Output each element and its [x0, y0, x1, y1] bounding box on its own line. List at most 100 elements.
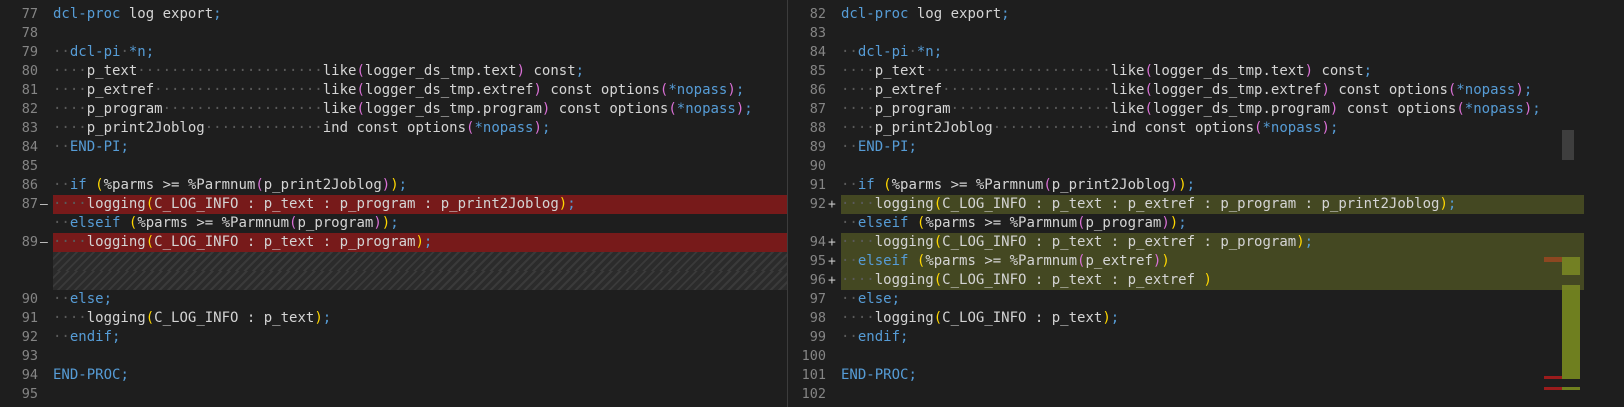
- code-line[interactable]: 102: [788, 385, 1584, 404]
- code-line[interactable]: ··elseif (%parms >= %Parmnum(p_program))…: [788, 214, 1584, 233]
- code-line[interactable]: 93: [0, 347, 787, 366]
- code-line[interactable]: 92 ··endif;: [0, 328, 787, 347]
- code-text: ··END-PI;: [841, 138, 1584, 157]
- line-number: 87: [21, 196, 38, 212]
- code-token: %parms >= %Parmnum: [925, 215, 1078, 231]
- code-text: ··elseif (%parms >= %Parmnum(p_program))…: [53, 214, 787, 233]
- code-line[interactable]: 82 ····p_program···················like(l…: [0, 100, 787, 119]
- code-token: C_LOG_INFO : p_text : p_extref : p_progr…: [942, 234, 1297, 250]
- code-line[interactable]: 83 ····p_print2Joblog··············ind co…: [0, 119, 787, 138]
- deleted-line[interactable]: 87— ····logging(C_LOG_INFO : p_text : p_p…: [0, 195, 787, 214]
- code-token: ;: [891, 291, 901, 307]
- code-token: C_LOG_INFO : p_text : p_program: [154, 234, 416, 250]
- code-token: ): [1523, 101, 1533, 117]
- code-line[interactable]: 86 ··if (%parms >= %Parmnum(p_print2Joblo…: [0, 176, 787, 195]
- code-line[interactable]: 94 END-PROC;: [0, 366, 787, 385]
- whitespace-marker: ····: [841, 82, 875, 98]
- code-text: ··if (%parms >= %Parmnum(p_print2Joblog)…: [53, 176, 787, 195]
- code-token: ;: [1178, 215, 1187, 231]
- code-line[interactable]: 89 ··END-PI;: [788, 138, 1584, 157]
- code-token: (: [933, 310, 943, 326]
- modified-editor-pane[interactable]: 82 dcl-proc log export; 83 84 ··dcl-pi·*n; 85…: [788, 0, 1584, 407]
- original-editor-pane[interactable]: 77 dcl-proc log export; 78 79 ··dcl-pi·*n; 80…: [0, 0, 788, 407]
- code-text: dcl-proc log export;: [841, 5, 1584, 24]
- line-number: 94: [21, 367, 38, 383]
- code-line[interactable]: 90 ··else;: [0, 290, 787, 309]
- code-token: (: [1144, 63, 1153, 79]
- code-line[interactable]: ··elseif (%parms >= %Parmnum(p_program))…: [0, 214, 787, 233]
- added-marker-icon: +: [828, 273, 836, 288]
- code-token: END-PROC: [53, 367, 121, 383]
- inserted-line[interactable]: 96 + ····logging(C_LOG_INFO : p_text : p_e…: [788, 271, 1584, 290]
- code-text: ··endif;: [841, 328, 1584, 347]
- code-line[interactable]: 79 ··dcl-pi·*n;: [0, 43, 787, 62]
- code-text: ····logging(C_LOG_INFO : p_text);: [53, 309, 787, 328]
- inserted-line[interactable]: 95 + ··elseif (%parms >= %Parmnum(p_extref…: [788, 252, 1584, 271]
- line-number: 95: [21, 386, 38, 402]
- removed-marker-icon: —: [40, 197, 48, 212]
- code-token: ;: [145, 44, 155, 60]
- code-line[interactable]: 100: [788, 347, 1584, 366]
- code-token: logging: [86, 196, 146, 212]
- deleted-line[interactable]: 89— ····logging(C_LOG_INFO : p_text : p_p…: [0, 233, 787, 252]
- code-line[interactable]: 85 ····p_text······················like(l…: [788, 62, 1584, 81]
- code-token: logging: [874, 196, 934, 212]
- code-line[interactable]: 86 ····p_extref····················like(l…: [788, 81, 1584, 100]
- code-token: else: [857, 291, 892, 307]
- code-line[interactable]: 90: [788, 157, 1584, 176]
- code-token: dcl-proc: [53, 6, 121, 22]
- code-line[interactable]: 97 ··else;: [788, 290, 1584, 309]
- inserted-line[interactable]: 92 + ····logging(C_LOG_INFO : p_text : p_e…: [788, 195, 1584, 214]
- code-line[interactable]: 95: [0, 385, 787, 404]
- inserted-line[interactable]: 94 + ····logging(C_LOG_INFO : p_text : p_e…: [788, 233, 1584, 252]
- code-token: ): [1304, 63, 1314, 79]
- code-token: ): [1321, 82, 1330, 98]
- code-line[interactable]: 78: [0, 24, 787, 43]
- code-line[interactable]: 84 ··dcl-pi·*n;: [788, 43, 1584, 62]
- code-text: ····p_program···················like(log…: [53, 100, 787, 119]
- line-number: 90: [21, 291, 38, 307]
- code-token: ): [381, 215, 391, 231]
- code-line[interactable]: 101 END-PROC;: [788, 366, 1584, 385]
- code-token: p_program: [874, 101, 951, 117]
- code-text: ····logging(C_LOG_INFO : p_text : p_prog…: [53, 195, 787, 214]
- whitespace-marker: ··: [53, 44, 70, 60]
- code-token: ): [533, 82, 542, 98]
- line-number: 85: [809, 63, 826, 79]
- line-number: 86: [809, 82, 826, 98]
- code-line[interactable]: 83: [788, 24, 1584, 43]
- code-line[interactable]: 77 dcl-proc log export;: [0, 5, 787, 24]
- code-line[interactable]: 91 ··if (%parms >= %Parmnum(p_print2Joblo…: [788, 176, 1584, 195]
- code-token: %parms >= %Parmnum: [137, 215, 290, 231]
- code-line[interactable]: 80 ····p_text······················like(l…: [0, 62, 787, 81]
- code-token: ;: [213, 6, 222, 22]
- code-text: ··else;: [53, 290, 787, 309]
- code-text: dcl-proc log export;: [53, 5, 787, 24]
- code-token: (: [1043, 177, 1052, 193]
- code-line[interactable]: 85: [0, 157, 787, 176]
- code-text: ····logging(C_LOG_INFO : p_text : p_prog…: [53, 233, 787, 252]
- code-token: p_text: [86, 63, 138, 79]
- code-token: ): [1161, 215, 1170, 231]
- code-line[interactable]: 84 ··END-PI;: [0, 138, 787, 157]
- code-line[interactable]: 82 dcl-proc log export;: [788, 5, 1584, 24]
- code-line[interactable]: 99 ··endif;: [788, 328, 1584, 347]
- code-text: ····logging(C_LOG_INFO : p_text : p_extr…: [841, 195, 1584, 214]
- code-line[interactable]: 81 ····p_extref····················like(l…: [0, 81, 787, 100]
- code-token: (: [668, 101, 677, 117]
- code-token: ;: [103, 291, 113, 307]
- code-token: (: [255, 177, 264, 193]
- code-token: p_print2Joblog: [86, 120, 205, 136]
- code-line[interactable]: 87 ····p_program···················like(l…: [788, 100, 1584, 119]
- code-token: p_program: [1085, 215, 1162, 231]
- whitespace-marker: ··: [53, 329, 70, 345]
- code-line[interactable]: 88 ····p_print2Joblog··············ind co…: [788, 119, 1584, 138]
- code-token: elseif: [857, 253, 909, 269]
- whitespace-marker: ··············: [992, 120, 1111, 136]
- whitespace-marker: ····: [53, 120, 87, 136]
- line-number: 89: [21, 234, 38, 250]
- code-line[interactable]: 98 ····logging(C_LOG_INFO : p_text);: [788, 309, 1584, 328]
- code-line[interactable]: 91 ····logging(C_LOG_INFO : p_text);: [0, 309, 787, 328]
